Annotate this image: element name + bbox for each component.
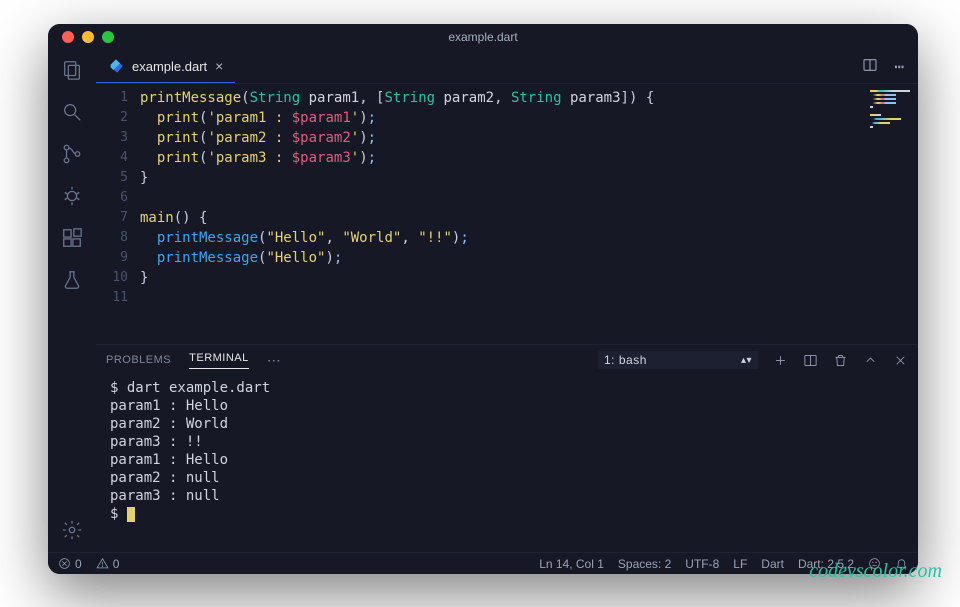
code-line[interactable]: }: [140, 168, 866, 188]
search-icon[interactable]: [60, 100, 84, 124]
window-close-button[interactable]: [62, 31, 74, 43]
line-number: 10: [96, 268, 128, 288]
status-language[interactable]: Dart: [761, 557, 784, 571]
panel-tab-bar: PROBLEMS TERMINAL ⋯ 1: bash ▴▾: [96, 345, 918, 375]
vscode-window: example.dart: [48, 24, 918, 574]
maximize-panel-icon[interactable]: [862, 352, 878, 368]
terminal-line: param2 : null: [110, 469, 904, 487]
bottom-panel: PROBLEMS TERMINAL ⋯ 1: bash ▴▾: [96, 344, 918, 552]
source-control-icon[interactable]: [60, 142, 84, 166]
code-line[interactable]: }: [140, 268, 866, 288]
terminal-shell-select[interactable]: 1: bash ▴▾: [598, 351, 758, 369]
test-icon[interactable]: [60, 268, 84, 292]
terminal-cursor: [127, 507, 135, 522]
code-line[interactable]: printMessage(String param1, [String para…: [140, 88, 866, 108]
code-line[interactable]: printMessage("Hello");: [140, 248, 866, 268]
terminal-line: param3 : !!: [110, 433, 904, 451]
panel-tab-terminal[interactable]: TERMINAL: [189, 352, 249, 369]
panel-tab-problems[interactable]: PROBLEMS: [106, 354, 171, 366]
window-title: example.dart: [48, 30, 918, 44]
split-terminal-icon[interactable]: [802, 352, 818, 368]
terminal-line: param1 : Hello: [110, 397, 904, 415]
status-encoding[interactable]: UTF-8: [685, 557, 719, 571]
status-errors[interactable]: 0: [58, 557, 82, 571]
kill-terminal-icon[interactable]: [832, 352, 848, 368]
line-number: 8: [96, 228, 128, 248]
status-indentation[interactable]: Spaces: 2: [618, 557, 671, 571]
terminal-line: param2 : World: [110, 415, 904, 433]
code-line[interactable]: main() {: [140, 208, 866, 228]
more-actions-icon[interactable]: ⋯: [894, 57, 904, 76]
line-number: 6: [96, 188, 128, 208]
status-bar: 0 0 Ln 14, Col 1 Spaces: 2 UTF-8 LF Dart…: [48, 552, 918, 574]
line-number: 7: [96, 208, 128, 228]
window-maximize-button[interactable]: [102, 31, 114, 43]
code-content[interactable]: printMessage(String param1, [String para…: [140, 84, 866, 344]
status-warnings[interactable]: 0: [96, 557, 120, 571]
code-line[interactable]: print('param3 : $param3');: [140, 148, 866, 168]
debug-icon[interactable]: [60, 184, 84, 208]
code-line[interactable]: [140, 288, 866, 308]
explorer-icon[interactable]: [60, 58, 84, 82]
terminal-line: $ dart example.dart: [110, 379, 904, 397]
terminal-line: param1 : Hello: [110, 451, 904, 469]
line-number: 3: [96, 128, 128, 148]
activity-bar: [48, 50, 96, 552]
line-number: 2: [96, 108, 128, 128]
minimap[interactable]: [866, 84, 918, 344]
code-editor[interactable]: 1234567891011 printMessage(String param1…: [96, 84, 918, 344]
code-line[interactable]: [140, 188, 866, 208]
terminal-output[interactable]: $ dart example.dartparam1 : Helloparam2 …: [96, 375, 918, 552]
window-minimize-button[interactable]: [82, 31, 94, 43]
status-cursor-position[interactable]: Ln 14, Col 1: [539, 557, 604, 571]
dropdown-arrows-icon: ▴▾: [741, 355, 752, 366]
panel-more-icon[interactable]: ⋯: [267, 352, 282, 369]
close-tab-icon[interactable]: ×: [215, 58, 223, 74]
line-number: 11: [96, 288, 128, 308]
split-editor-icon[interactable]: [862, 57, 878, 77]
dart-file-icon: [108, 58, 124, 74]
shell-select-label: 1: bash: [604, 353, 647, 367]
line-number: 9: [96, 248, 128, 268]
extensions-icon[interactable]: [60, 226, 84, 250]
settings-gear-icon[interactable]: [60, 518, 84, 542]
code-line[interactable]: print('param2 : $param2');: [140, 128, 866, 148]
tab-label: example.dart: [132, 59, 207, 74]
title-bar: example.dart: [48, 24, 918, 50]
line-number: 1: [96, 88, 128, 108]
line-number: 5: [96, 168, 128, 188]
line-number-gutter: 1234567891011: [96, 84, 140, 344]
terminal-prompt[interactable]: $: [110, 505, 904, 523]
tab-example-dart[interactable]: example.dart ×: [96, 50, 235, 83]
line-number: 4: [96, 148, 128, 168]
code-line[interactable]: printMessage("Hello", "World", "!!");: [140, 228, 866, 248]
tab-bar: example.dart × ⋯: [96, 50, 918, 84]
status-eol[interactable]: LF: [733, 557, 747, 571]
watermark: codevscolor.com: [809, 560, 942, 583]
new-terminal-icon[interactable]: [772, 352, 788, 368]
editor-column: example.dart × ⋯ 1234567891011 printMess…: [96, 50, 918, 552]
close-panel-icon[interactable]: [892, 352, 908, 368]
terminal-line: param3 : null: [110, 487, 904, 505]
code-line[interactable]: print('param1 : $param1');: [140, 108, 866, 128]
